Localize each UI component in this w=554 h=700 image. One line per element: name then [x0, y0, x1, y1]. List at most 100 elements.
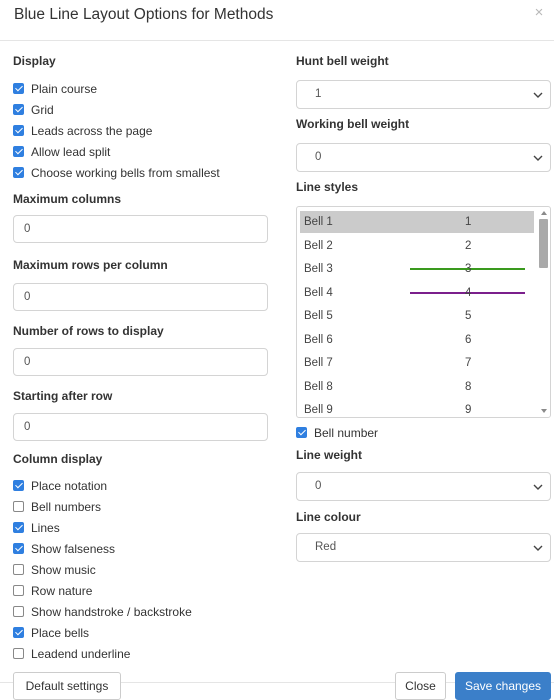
- close-button[interactable]: Close: [395, 672, 446, 700]
- line-style-bell-name: Bell 7: [304, 357, 333, 369]
- column-display-option[interactable]: Place notation: [13, 475, 271, 496]
- column-display-checkbox[interactable]: [13, 522, 24, 533]
- line-weight-select[interactable]: 0: [296, 472, 551, 501]
- line-style-bell-name: Bell 5: [304, 310, 333, 322]
- num-rows-input[interactable]: 0: [13, 348, 268, 376]
- hunt-bell-weight-label: Hunt bell weight: [296, 54, 389, 68]
- line-colour-value: Red: [315, 541, 337, 553]
- column-display-option[interactable]: Show falseness: [13, 538, 271, 559]
- column-display-option[interactable]: Bell numbers: [13, 496, 271, 517]
- bell-number-checkbox[interactable]: [296, 427, 307, 438]
- display-option[interactable]: Plain course: [13, 78, 271, 99]
- line-style-bell-number: 3: [465, 263, 472, 275]
- hunt-bell-weight-select[interactable]: 1: [296, 80, 551, 109]
- column-display-checkbox[interactable]: [13, 543, 24, 554]
- left-column: Display Plain course Grid Leads across the…: [13, 53, 271, 664]
- display-option-label: Grid: [31, 102, 54, 117]
- line-style-bell-name: Bell 3: [304, 263, 333, 275]
- column-display-option[interactable]: Show music: [13, 559, 271, 580]
- column-display-checkbox[interactable]: [13, 501, 24, 512]
- line-style-bell-number: 4: [465, 286, 472, 299]
- column-display-option-label: Row nature: [31, 583, 93, 598]
- start-row-input[interactable]: 0: [13, 413, 268, 441]
- line-style-row[interactable]: Bell 7 7: [300, 352, 534, 374]
- display-checkbox[interactable]: [13, 125, 24, 136]
- column-display-checkbox[interactable]: [13, 648, 24, 659]
- line-style-bell-name: Bell 2: [304, 239, 333, 252]
- display-checkbox[interactable]: [13, 167, 24, 178]
- column-display-option[interactable]: Show handstroke / backstroke: [13, 601, 271, 622]
- display-section-title: Display: [13, 54, 56, 68]
- column-display-option[interactable]: Row nature: [13, 580, 271, 601]
- display-option-label: Leads across the page: [31, 123, 153, 138]
- line-style-bell-name: Bell 6: [304, 333, 333, 346]
- column-display-checkbox[interactable]: [13, 627, 24, 638]
- line-colour-select[interactable]: Red: [296, 533, 551, 562]
- scrollbar-thumb[interactable]: [539, 219, 548, 268]
- line-style-bell-number: 9: [465, 404, 472, 416]
- line-style-bell-number: 5: [465, 310, 472, 322]
- display-checkbox[interactable]: [13, 83, 24, 94]
- column-display-option-label: Lines: [31, 520, 60, 535]
- column-display-option-label: Place bells: [31, 625, 90, 640]
- display-option[interactable]: Allow lead split: [13, 141, 271, 162]
- display-option[interactable]: Choose working bells from smallest: [13, 162, 271, 183]
- display-option-label: Choose working bells from smallest: [31, 165, 220, 180]
- chevron-down-icon: [532, 144, 544, 171]
- line-style-row[interactable]: Bell 1 1: [300, 211, 534, 233]
- column-display-option-label: Bell numbers: [31, 499, 102, 514]
- line-styles-listbox[interactable]: Bell 1 1 Bell 2 2 Bell 3 3 Bell 4 4 Bell 5 5 Bell …: [296, 206, 551, 418]
- bell-number-label: Bell number: [314, 425, 379, 440]
- scroll-down-icon[interactable]: [541, 409, 547, 413]
- max-columns-label: Maximum columns: [13, 192, 122, 206]
- line-style-bell-number: 7: [465, 357, 472, 369]
- display-checkbox[interactable]: [13, 146, 24, 157]
- column-display-option[interactable]: Leadend underline: [13, 643, 271, 664]
- column-display-checkbox[interactable]: [13, 585, 24, 596]
- line-style-row[interactable]: Bell 9 9: [300, 399, 534, 417]
- working-bell-weight-select[interactable]: 0: [296, 143, 551, 172]
- column-display-title: Column display: [13, 452, 103, 466]
- close-icon[interactable]: ×: [532, 5, 546, 20]
- column-display-checkbox[interactable]: [13, 480, 24, 491]
- max-columns-input[interactable]: 0: [13, 215, 268, 243]
- column-display-option-label: Show falseness: [31, 541, 116, 556]
- column-display-checkbox[interactable]: [13, 564, 24, 575]
- line-style-row[interactable]: Bell 6 6: [300, 329, 534, 351]
- line-style-row[interactable]: Bell 4 4: [300, 282, 534, 304]
- column-display-option-label: Place notation: [31, 478, 108, 493]
- line-style-bell-name: Bell 4: [304, 286, 333, 299]
- line-styles-label: Line styles: [296, 180, 359, 194]
- num-rows-label: Number of rows to display: [13, 324, 164, 338]
- scroll-up-icon[interactable]: [541, 211, 547, 215]
- line-weight-label: Line weight: [296, 448, 362, 462]
- display-option-label: Plain course: [31, 81, 98, 96]
- line-style-row[interactable]: Bell 2 2: [300, 235, 534, 257]
- hunt-bell-weight-value: 1: [315, 88, 322, 100]
- column-display-option-label: Leadend underline: [31, 646, 131, 661]
- line-style-bell-number: 2: [465, 239, 472, 252]
- working-bell-weight-value: 0: [315, 151, 322, 163]
- chevron-down-icon: [532, 81, 544, 108]
- save-changes-button[interactable]: Save changes: [455, 672, 551, 700]
- max-rows-input[interactable]: 0: [13, 283, 268, 311]
- display-option[interactable]: Grid: [13, 99, 271, 120]
- display-option[interactable]: Leads across the page: [13, 120, 271, 141]
- default-settings-button[interactable]: Default settings: [13, 672, 121, 700]
- column-display-option[interactable]: Place bells: [13, 622, 271, 643]
- max-rows-label: Maximum rows per column: [13, 258, 168, 272]
- column-display-option-label: Show handstroke / backstroke: [31, 604, 192, 619]
- display-checkbox[interactable]: [13, 104, 24, 115]
- column-display-option[interactable]: Lines: [13, 517, 271, 538]
- line-style-bell-name: Bell 8: [304, 380, 333, 393]
- modal-title: Blue Line Layout Options for Methods: [14, 6, 274, 23]
- line-style-bell-number: 8: [465, 380, 472, 393]
- bell-number-option[interactable]: Bell number: [296, 422, 551, 443]
- line-style-row[interactable]: Bell 3 3: [300, 258, 534, 280]
- working-bell-weight-label: Working bell weight: [296, 117, 410, 131]
- column-display-checkbox[interactable]: [13, 606, 24, 617]
- line-style-row[interactable]: Bell 8 8: [300, 376, 534, 398]
- line-style-bell-number: 6: [465, 333, 472, 346]
- header-divider: [0, 40, 554, 41]
- line-style-row[interactable]: Bell 5 5: [300, 305, 534, 327]
